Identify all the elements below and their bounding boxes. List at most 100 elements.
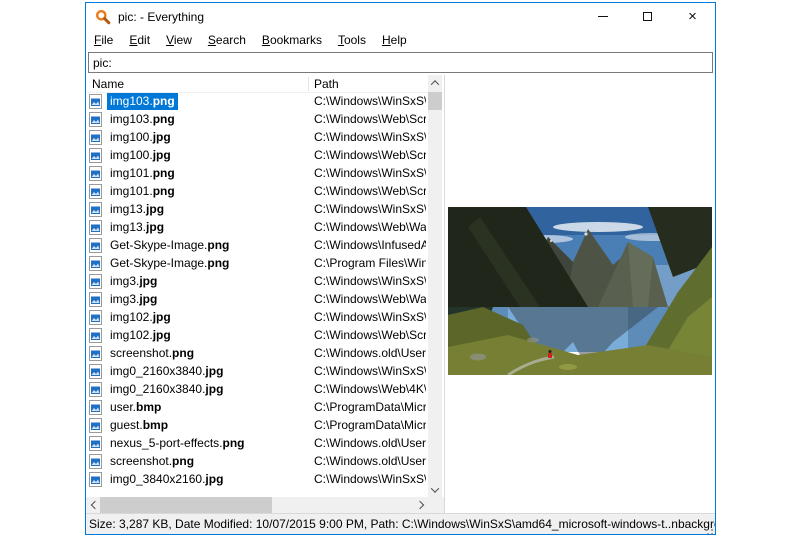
image-file-icon (89, 382, 102, 397)
menu-help[interactable]: Help (374, 31, 415, 50)
horizontal-scrollbar[interactable] (86, 497, 428, 513)
menu-search[interactable]: Search (200, 31, 254, 50)
image-file-icon (89, 274, 102, 289)
file-name: img103.png (107, 111, 178, 128)
file-path: C:\Windows.old\Users (314, 345, 426, 362)
file-row[interactable]: img102.jpg C:\Windows\WinSxS\a (86, 309, 428, 327)
everything-window: pic: - Everything × File Edit View Searc… (85, 2, 716, 535)
status-text: Size: 3,287 KB, Date Modified: 10/07/201… (89, 517, 715, 531)
scroll-up-button[interactable] (428, 75, 442, 90)
file-row[interactable]: img102.jpg C:\Windows\Web\Scr (86, 327, 428, 345)
file-row[interactable]: img3.jpg C:\Windows\Web\Wa (86, 291, 428, 309)
menu-file[interactable]: File (86, 31, 121, 50)
menu-view[interactable]: View (158, 31, 200, 50)
scroll-down-button[interactable] (428, 482, 442, 497)
file-path: C:\Windows\Web\Scr (314, 147, 426, 164)
image-file-icon (89, 472, 102, 487)
search-row (86, 51, 715, 75)
file-row[interactable]: Get-Skype-Image.png C:\Program Files\Win (86, 255, 428, 273)
file-row[interactable]: img101.png C:\Windows\WinSxS\a (86, 165, 428, 183)
caption-buttons: × (580, 3, 715, 30)
image-file-icon (89, 220, 102, 235)
file-name: img100.jpg (107, 147, 174, 164)
image-file-icon (89, 184, 102, 199)
menu-bookmarks[interactable]: Bookmarks (254, 31, 330, 50)
file-path: C:\Windows.old\Users (314, 435, 426, 452)
image-file-icon (89, 436, 102, 451)
file-row[interactable]: img13.jpg C:\Windows\Web\Wa (86, 219, 428, 237)
file-row[interactable]: img103.png C:\Windows\WinSxS\a (86, 93, 428, 111)
file-path: C:\Windows\Web\Wa (314, 219, 426, 236)
column-header-row: Name Path (86, 75, 428, 93)
file-row[interactable]: Get-Skype-Image.png C:\Windows\InfusedA (86, 237, 428, 255)
column-header-name[interactable]: Name (92, 76, 124, 93)
resize-grip-icon[interactable] (711, 529, 713, 531)
file-row[interactable]: img101.png C:\Windows\Web\Scr (86, 183, 428, 201)
file-row[interactable]: img100.jpg C:\Windows\Web\Scr (86, 147, 428, 165)
file-name: img0_2160x3840.jpg (107, 363, 226, 380)
file-row[interactable]: screenshot.png C:\Windows.old\Users (86, 345, 428, 363)
menu-tools[interactable]: Tools (330, 31, 374, 50)
file-name: screenshot.png (107, 453, 197, 470)
file-path: C:\Windows\Web\Scr (314, 111, 426, 128)
file-name: guest.bmp (107, 417, 171, 434)
file-name: screenshot.png (107, 345, 197, 362)
chevron-right-icon (415, 501, 423, 509)
file-name: img13.jpg (107, 201, 167, 218)
close-button[interactable]: × (670, 3, 715, 30)
file-name: img3.jpg (107, 291, 160, 308)
file-row[interactable]: img100.jpg C:\Windows\WinSxS\a (86, 129, 428, 147)
horizontal-scrollbar-thumb[interactable] (100, 497, 272, 513)
file-name: img0_2160x3840.jpg (107, 381, 226, 398)
file-name: user.bmp (107, 399, 164, 416)
column-header-path[interactable]: Path (314, 76, 339, 93)
image-file-icon (89, 328, 102, 343)
file-row[interactable]: guest.bmp C:\ProgramData\Micr (86, 417, 428, 435)
file-path: C:\ProgramData\Micr (314, 417, 426, 434)
status-bar: Size: 3,287 KB, Date Modified: 10/07/201… (86, 513, 715, 534)
everything-app-icon (95, 9, 111, 25)
menu-edit[interactable]: Edit (121, 31, 158, 50)
title-bar[interactable]: pic: - Everything × (86, 3, 715, 30)
file-row[interactable]: img0_2160x3840.jpg C:\Windows\WinSxS\a (86, 363, 428, 381)
minimize-icon (598, 16, 608, 17)
image-file-icon (89, 418, 102, 433)
file-name: img13.jpg (107, 219, 167, 236)
file-path: C:\Windows\WinSxS\a (314, 363, 426, 380)
scroll-left-button[interactable] (86, 497, 101, 513)
file-list: Name Path img103.png C:\Windows\WinSxS\a… (86, 75, 444, 513)
file-name: Get-Skype-Image.png (107, 237, 232, 254)
minimize-button[interactable] (580, 3, 625, 30)
file-path: C:\Windows\WinSxS\a (314, 309, 426, 326)
chevron-up-icon (431, 80, 439, 88)
vertical-scrollbar-thumb[interactable] (428, 92, 442, 110)
file-row[interactable]: img3.jpg C:\Windows\WinSxS\a (86, 273, 428, 291)
vertical-scrollbar[interactable] (428, 75, 442, 497)
file-path: C:\Windows\InfusedA (314, 237, 426, 254)
window-title: pic: - Everything (118, 10, 204, 24)
search-input[interactable] (88, 52, 713, 73)
file-name: img102.jpg (107, 309, 174, 326)
file-list-body: img103.png C:\Windows\WinSxS\a img103.pn… (86, 93, 428, 497)
file-row[interactable]: img0_2160x3840.jpg C:\Windows\Web\4K\ (86, 381, 428, 399)
file-path: C:\Windows\WinSxS\a (314, 471, 426, 488)
file-name: img101.png (107, 183, 178, 200)
file-row[interactable]: user.bmp C:\ProgramData\Micr (86, 399, 428, 417)
image-file-icon (89, 364, 102, 379)
chevron-down-icon (431, 484, 439, 492)
file-row[interactable]: screenshot.png C:\Windows.old\Users (86, 453, 428, 471)
file-path: C:\Windows\WinSxS\a (314, 201, 426, 218)
file-row[interactable]: nexus_5-port-effects.png C:\Windows.old\… (86, 435, 428, 453)
scroll-right-button[interactable] (413, 497, 428, 513)
maximize-button[interactable] (625, 3, 670, 30)
file-row[interactable]: img103.png C:\Windows\Web\Scr (86, 111, 428, 129)
file-path: C:\Windows\Web\Wa (314, 291, 426, 308)
file-name: img101.png (107, 165, 178, 182)
image-file-icon (89, 112, 102, 127)
file-row[interactable]: img0_3840x2160.jpg C:\Windows\WinSxS\a (86, 471, 428, 489)
image-file-icon (89, 400, 102, 415)
column-separator[interactable] (308, 77, 309, 91)
file-row[interactable]: img13.jpg C:\Windows\WinSxS\a (86, 201, 428, 219)
file-path: C:\Program Files\Win (314, 255, 426, 272)
file-name: img103.png (107, 93, 178, 110)
